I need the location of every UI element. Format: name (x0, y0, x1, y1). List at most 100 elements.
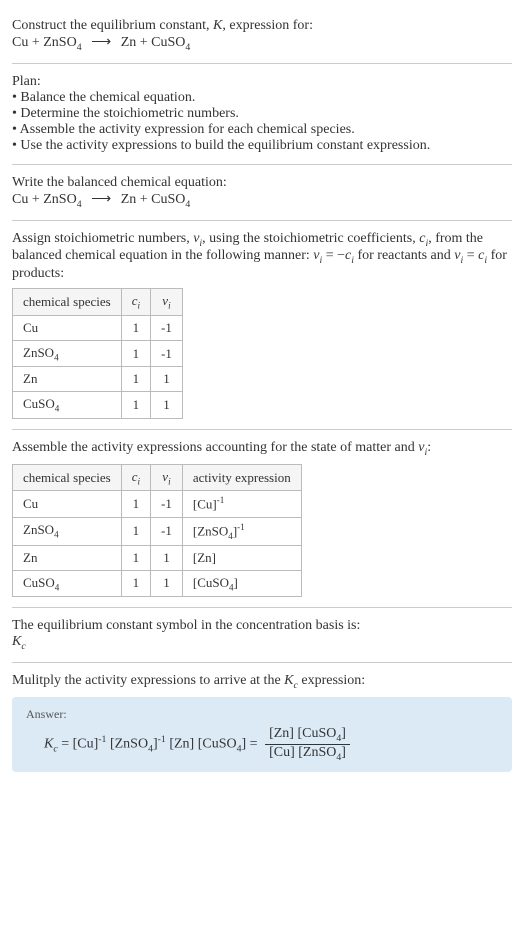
td-species: ZnSO4 (13, 340, 122, 367)
answer-box: Answer: Kc = [Cu]-1 [ZnSO4]-1 [Zn] [CuSO… (12, 697, 512, 773)
st-t2: , using the stoichiometric coefficients, (202, 231, 419, 246)
th-ci: ci (121, 289, 150, 316)
reactant-cu: Cu (12, 35, 28, 50)
b-product-cuso4-sub: 4 (185, 199, 190, 210)
sp-sub: 4 (54, 352, 59, 362)
ans-t3: [Zn] [CuSO (166, 736, 237, 751)
th2-nui-s: i (168, 476, 171, 486)
fraction-numerator: [Zn] [CuSO4] (265, 726, 350, 745)
sp: ZnSO (23, 345, 54, 360)
td-c: 1 (121, 340, 150, 367)
sp: Zn (23, 371, 37, 386)
kc-symbol-line: Kc (12, 634, 512, 652)
td-c: 1 (121, 367, 150, 392)
td-ae: [CuSO4] (182, 570, 301, 597)
plan-item: Use the activity expressions to build th… (12, 138, 512, 154)
activity-table: chemical species ci νi activity expressi… (12, 464, 302, 597)
fraction-denominator: [Cu] [ZnSO4] (265, 745, 350, 763)
th-species: chemical species (13, 289, 122, 316)
product-cuso4-sub: 4 (185, 42, 190, 53)
td-ae: [ZnSO4]-1 (182, 517, 301, 545)
stoich-table: chemical species ci νi Cu 1 -1 ZnSO4 1 -… (12, 288, 183, 419)
ae-close: ] (234, 575, 238, 590)
multiply-text: Mulitply the activity expressions to arr… (12, 673, 512, 691)
sp-sub: 4 (55, 582, 60, 592)
table-row: CuSO4 1 1 (13, 392, 183, 419)
reactant-znso4-sub: 4 (77, 42, 82, 53)
td-nu: 1 (151, 367, 183, 392)
plan-item: Assemble the activity expression for eac… (12, 122, 512, 138)
intro-prompt2: , expression for: (222, 18, 313, 33)
ans-eq: = (58, 736, 73, 751)
td-ae: [Cu]-1 (182, 491, 301, 517)
multiply-section: Mulitply the activity expressions to arr… (12, 663, 512, 782)
table-header-row: chemical species ci νi activity expressi… (13, 464, 302, 491)
ac-t1: Assemble the activity expressions accoun… (12, 440, 418, 455)
sp: CuSO (23, 396, 55, 411)
b-product-cuso4: CuSO (151, 192, 185, 207)
th-ci-s: i (138, 301, 141, 311)
td-nu: -1 (151, 491, 183, 517)
answer-fraction: [Zn] [CuSO4] [Cu] [ZnSO4] (265, 726, 350, 763)
product-cuso4: CuSO (151, 35, 185, 50)
table-row: ZnSO4 1 -1 [ZnSO4]-1 (13, 517, 302, 545)
sp: CuSO (23, 575, 55, 590)
th-species: chemical species (13, 464, 122, 491)
sp: ZnSO (23, 522, 54, 537)
td-c: 1 (121, 517, 150, 545)
st-eq1b: = − (322, 248, 345, 263)
td-nu: 1 (151, 570, 183, 597)
stoich-text: Assign stoichiometric numbers, νi, using… (12, 231, 512, 283)
td-nu: -1 (151, 315, 183, 340)
answer-label: Answer: (26, 707, 498, 722)
arrow-icon: ⟶ (91, 34, 111, 51)
td-species: ZnSO4 (13, 517, 122, 545)
th-ci: ci (121, 464, 150, 491)
table-row: CuSO4 1 1 [CuSO4] (13, 570, 302, 597)
den-a: [Cu] [ZnSO (269, 745, 336, 760)
equation-line: Cu + ZnSO4 ⟶ Zn + CuSO4 (12, 34, 512, 53)
td-nu: 1 (151, 392, 183, 419)
mu-t1: Mulitply the activity expressions to arr… (12, 673, 284, 688)
sp-sub: 4 (54, 530, 59, 540)
den-c: ] (341, 745, 346, 760)
plan-section: Plan: Balance the chemical equation. Det… (12, 64, 512, 165)
td-species: Zn (13, 367, 122, 392)
ans-t2: [ZnSO (106, 736, 148, 751)
kc-intro-section: The equilibrium constant symbol in the c… (12, 608, 512, 663)
th-activity: activity expression (182, 464, 301, 491)
table-header-row: chemical species ci νi (13, 289, 183, 316)
plan-list: Balance the chemical equation. Determine… (12, 90, 512, 154)
sp: Cu (23, 320, 38, 335)
th-nui: νi (151, 464, 183, 491)
td-c: 1 (121, 491, 150, 517)
st-t4: for reactants and (354, 248, 454, 263)
b-plus2: + (136, 192, 151, 207)
mu-t2: expression: (298, 673, 365, 688)
table-row: Cu 1 -1 (13, 315, 183, 340)
td-species: CuSO4 (13, 570, 122, 597)
intro-text: Construct the equilibrium constant, K, e… (12, 18, 512, 34)
activity-section: Assemble the activity expressions accoun… (12, 430, 512, 608)
table-row: Cu 1 -1 [Cu]-1 (13, 491, 302, 517)
sp: Cu (23, 496, 38, 511)
answer-expression: Kc = [Cu]-1 [ZnSO4]-1 [Zn] [CuSO4] = [Zn… (44, 726, 498, 763)
plus: + (28, 35, 43, 50)
table-row: Zn 1 1 [Zn] (13, 545, 302, 570)
td-c: 1 (121, 392, 150, 419)
td-ae: [Zn] (182, 545, 301, 570)
intro-section: Construct the equilibrium constant, K, e… (12, 8, 512, 64)
table-row: Zn 1 1 (13, 367, 183, 392)
th-nui-s: i (168, 301, 171, 311)
num-a: [Zn] [CuSO (269, 726, 336, 741)
reactant-znso4: ZnSO (43, 35, 76, 50)
st-eq2b: = (463, 248, 478, 263)
b-product-zn: Zn (121, 192, 137, 207)
b-reactant-cu: Cu (12, 192, 28, 207)
balance-section: Write the balanced chemical equation: Cu… (12, 165, 512, 221)
ans-t1: [Cu] (73, 736, 99, 751)
activity-text: Assemble the activity expressions accoun… (12, 440, 512, 458)
b-reactant-znso4-sub: 4 (77, 199, 82, 210)
plan-item: Balance the chemical equation. (12, 90, 512, 106)
ae: [CuSO (193, 575, 229, 590)
